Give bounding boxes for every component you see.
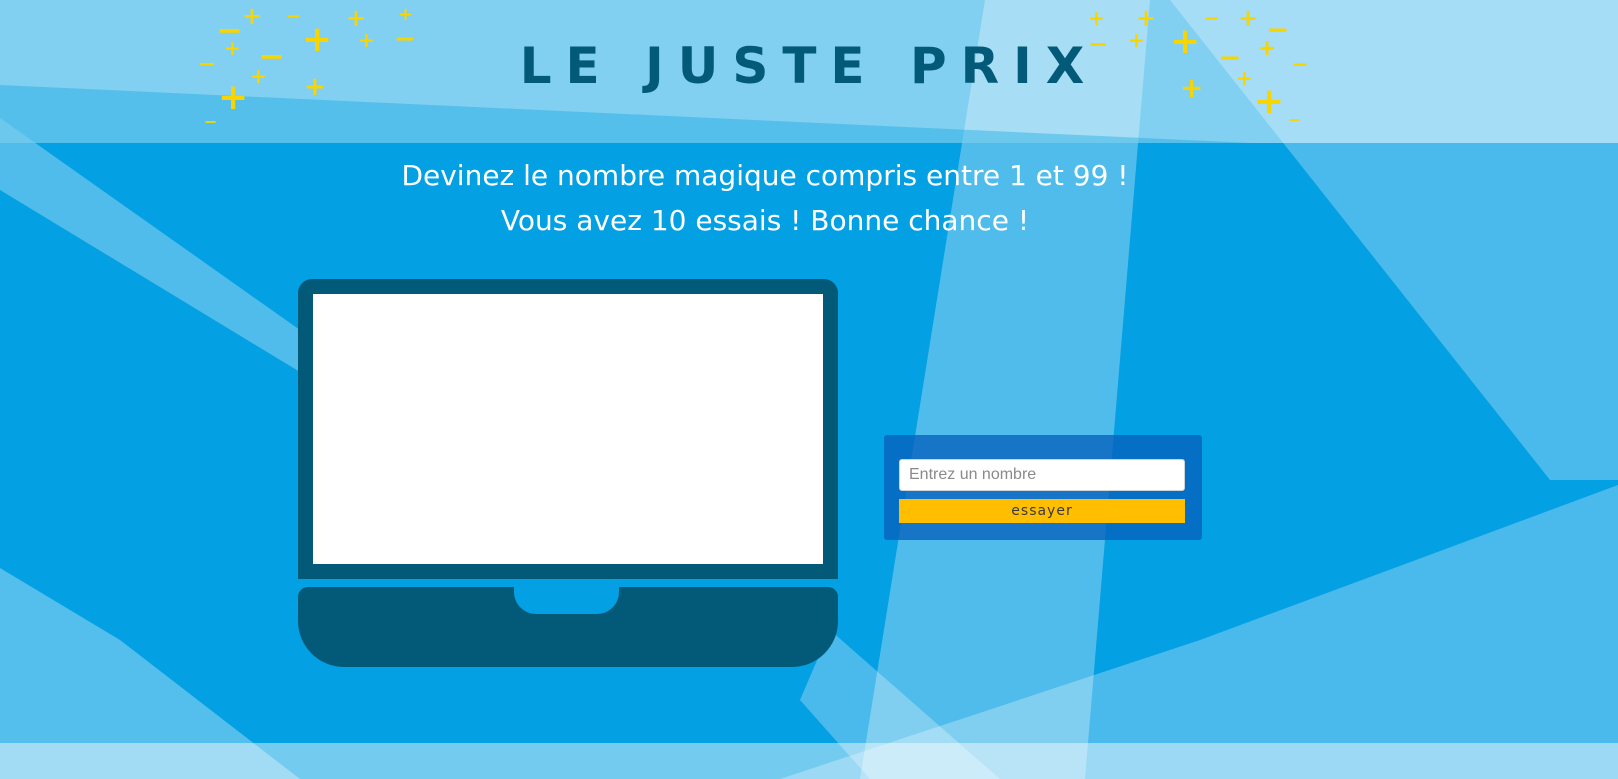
laptop-bezel: [298, 279, 838, 579]
laptop-icon: [298, 279, 838, 667]
page-title: LE JUSTE PRIX: [519, 37, 1099, 95]
laptop-base: [298, 587, 838, 667]
instructions-line-2: Vous avez 10 essais ! Bonne chance !: [500, 204, 1030, 237]
laptop-screen: [313, 294, 823, 564]
instructions-line-1: Devinez le nombre magique compris entre …: [401, 159, 1129, 192]
guess-form: essayer: [884, 435, 1202, 540]
number-input[interactable]: [899, 459, 1185, 491]
try-button[interactable]: essayer: [899, 499, 1185, 523]
laptop-trackpad-notch: [514, 587, 619, 614]
